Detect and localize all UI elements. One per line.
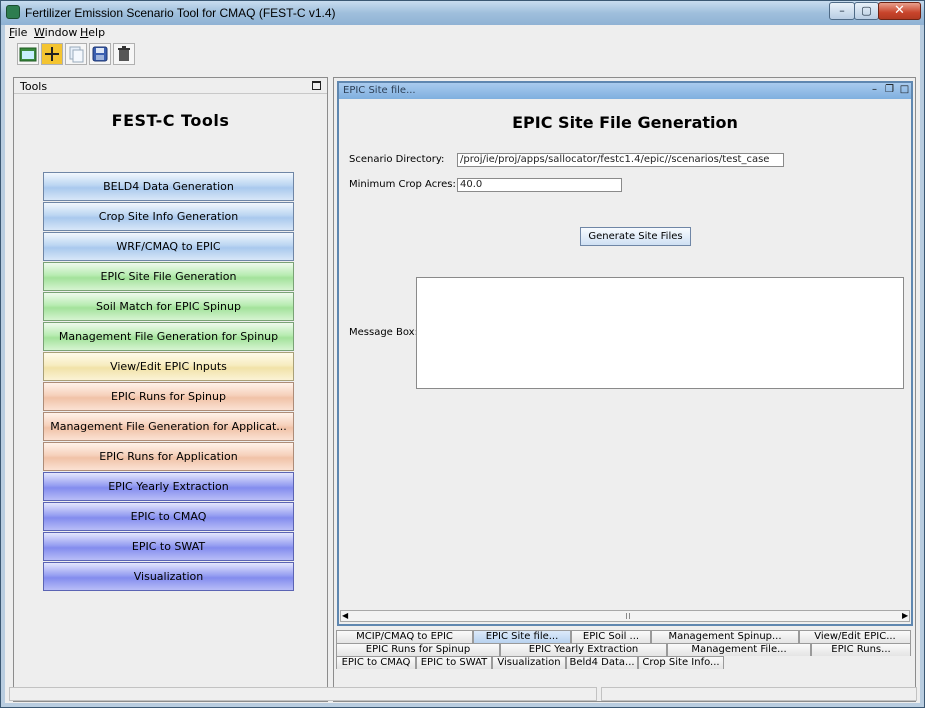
- status-field-right: [601, 687, 917, 701]
- menu-help[interactable]: Help: [80, 26, 105, 39]
- tool-button-epic-to-cmaq[interactable]: EPIC to CMAQ: [43, 502, 294, 531]
- epic-site-file-frame: EPIC Site file... – ❐ □ EPIC Site File G…: [337, 81, 913, 626]
- message-box[interactable]: [416, 277, 904, 389]
- tab-epic-site-file[interactable]: EPIC Site file...: [473, 630, 571, 643]
- delete-button[interactable]: [113, 43, 135, 65]
- client-area: File Window Help Tools FEST-C Tools BELD…: [5, 25, 920, 703]
- tool-button-wrf-cmaq-to-epic[interactable]: WRF/CMAQ to EPIC: [43, 232, 294, 261]
- open-folder-button[interactable]: [17, 43, 39, 65]
- scenario-directory-label: Scenario Directory:: [349, 154, 445, 165]
- tools-panel-label: Tools: [20, 80, 48, 93]
- tab-epic-runs-spinup[interactable]: EPIC Runs for Spinup: [336, 643, 500, 656]
- panel-heading: EPIC Site File Generation: [512, 113, 738, 132]
- trash-icon: [118, 46, 130, 61]
- tools-panel: Tools FEST-C Tools BELD4 Data Generation…: [13, 77, 328, 702]
- generate-site-files-button[interactable]: Generate Site Files: [580, 227, 691, 246]
- close-icon[interactable]: ✕: [878, 2, 921, 20]
- tab-beld4-data[interactable]: Beld4 Data...: [566, 656, 638, 669]
- tools-panel-header: Tools: [14, 78, 327, 94]
- tool-button-crop-site-info[interactable]: Crop Site Info Generation: [43, 202, 294, 231]
- status-field-left: [9, 687, 597, 701]
- tab-epic-to-cmaq[interactable]: EPIC to CMAQ: [336, 656, 416, 669]
- tab-epic-to-swat[interactable]: EPIC to SWAT: [416, 656, 492, 669]
- tool-button-soil-match[interactable]: Soil Match for EPIC Spinup: [43, 292, 294, 321]
- save-icon: [92, 46, 108, 62]
- maximize-panel-icon[interactable]: [312, 81, 321, 90]
- tool-button-view-edit-epic[interactable]: View/Edit EPIC Inputs: [43, 352, 294, 381]
- internal-frame-titlebar[interactable]: EPIC Site file... – ❐ □: [339, 83, 911, 99]
- minimum-crop-acres-input[interactable]: 40.0: [457, 178, 622, 192]
- application-window: Fertilizer Emission Scenario Tool for CM…: [0, 0, 925, 708]
- toolbar: [5, 41, 920, 69]
- frame-minimize-icon[interactable]: –: [869, 85, 880, 96]
- save-button[interactable]: [89, 43, 111, 65]
- minimize-icon[interactable]: –: [829, 2, 855, 20]
- copy-icon: [69, 46, 84, 63]
- scroll-thumb[interactable]: [626, 613, 630, 619]
- menu-bar: File Window Help: [5, 25, 920, 41]
- maximize-icon[interactable]: ▢: [854, 2, 879, 20]
- tab-crop-site-info[interactable]: Crop Site Info...: [638, 656, 724, 669]
- tab-epic-runs[interactable]: EPIC Runs...: [811, 643, 911, 656]
- scenario-directory-input[interactable]: /proj/ie/proj/apps/sallocator/festc1.4/e…: [457, 153, 784, 167]
- tool-button-epic-to-swat[interactable]: EPIC to SWAT: [43, 532, 294, 561]
- tab-visualization[interactable]: Visualization: [492, 656, 566, 669]
- window-title: Fertilizer Emission Scenario Tool for CM…: [25, 6, 336, 20]
- tool-button-beld4[interactable]: BELD4 Data Generation: [43, 172, 294, 201]
- minimum-crop-acres-label: Minimum Crop Acres:: [349, 179, 456, 190]
- tab-epic-soil[interactable]: EPIC Soil ...: [571, 630, 651, 643]
- tool-button-epic-runs-spinup[interactable]: EPIC Runs for Spinup: [43, 382, 294, 411]
- message-box-label: Message Box:: [349, 327, 418, 338]
- app-icon: [6, 5, 20, 19]
- internal-frame-title: EPIC Site file...: [343, 85, 416, 96]
- frame-restore-icon[interactable]: ❐: [884, 85, 895, 96]
- tool-button-epic-yearly-extraction[interactable]: EPIC Yearly Extraction: [43, 472, 294, 501]
- desktop-pane: EPIC Site file... – ❐ □ EPIC Site File G…: [333, 77, 916, 702]
- tool-button-visualization[interactable]: Visualization: [43, 562, 294, 591]
- tab-management-file[interactable]: Management File...: [667, 643, 811, 656]
- tab-epic-yearly-extraction[interactable]: EPIC Yearly Extraction: [500, 643, 667, 656]
- tab-view-edit-epic[interactable]: View/Edit EPIC...: [799, 630, 911, 643]
- tool-button-management-application[interactable]: Management File Generation for Applicat.…: [43, 412, 294, 441]
- menu-window[interactable]: Window: [34, 26, 77, 39]
- tab-management-spinup[interactable]: Management Spinup...: [651, 630, 799, 643]
- window-titlebar[interactable]: Fertilizer Emission Scenario Tool for CM…: [1, 1, 924, 25]
- add-icon: [45, 47, 59, 61]
- tab-mcip-cmaq-to-epic[interactable]: MCIP/CMAQ to EPIC: [336, 630, 473, 643]
- tool-button-epic-site-file[interactable]: EPIC Site File Generation: [43, 262, 294, 291]
- menu-file[interactable]: File: [9, 26, 27, 39]
- tool-button-management-spinup[interactable]: Management File Generation for Spinup: [43, 322, 294, 351]
- horizontal-scrollbar[interactable]: ◀ ▶: [340, 610, 910, 622]
- open-folder-icon: [19, 47, 37, 62]
- frame-maximize-icon[interactable]: □: [899, 85, 910, 96]
- copy-button[interactable]: [65, 43, 87, 65]
- tool-button-epic-runs-application[interactable]: EPIC Runs for Application: [43, 442, 294, 471]
- scroll-left-icon[interactable]: ◀: [342, 611, 348, 620]
- tools-title: FEST-C Tools: [111, 111, 230, 130]
- add-button[interactable]: [41, 43, 63, 65]
- scroll-right-icon[interactable]: ▶: [902, 611, 908, 620]
